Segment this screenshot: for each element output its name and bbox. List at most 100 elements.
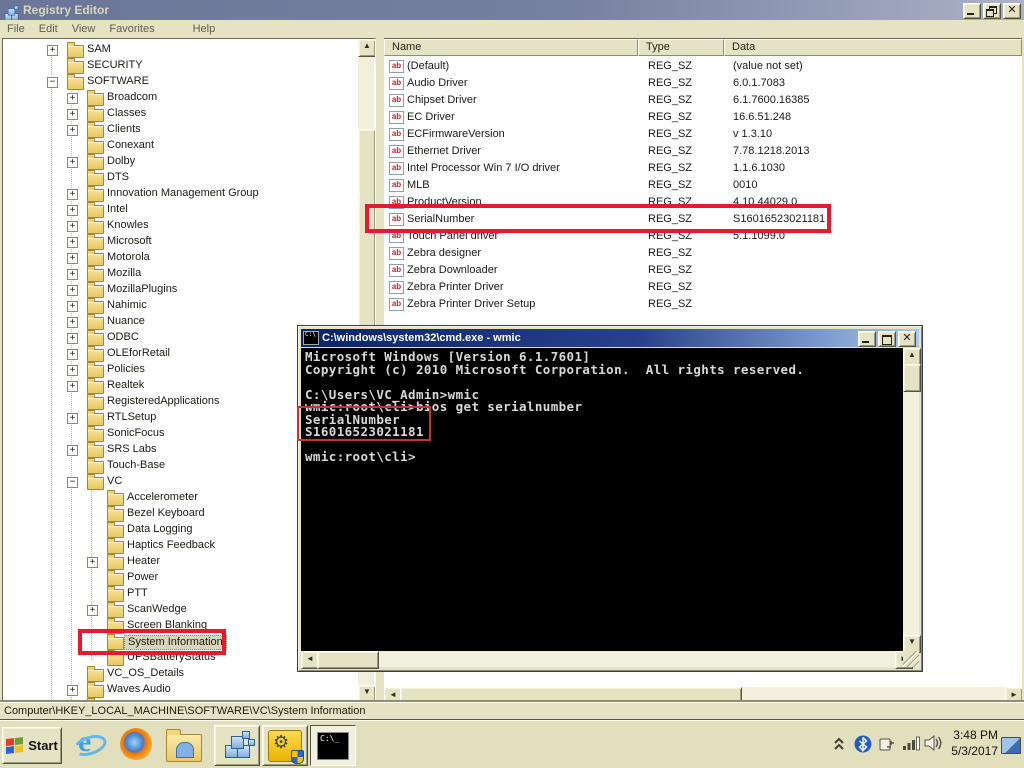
tree-item-label[interactable]: SOFTWARE (84, 75, 152, 88)
firefox-icon[interactable] (120, 728, 154, 762)
expand-toggle[interactable]: + (67, 157, 78, 168)
expand-toggle[interactable]: + (67, 317, 78, 328)
tree-item-label[interactable]: Intel (104, 203, 131, 216)
tree-item-label[interactable]: Data Logging (124, 523, 195, 536)
tree-item-label[interactable]: Power (124, 571, 161, 584)
tree-item-motorola[interactable]: + Motorola (3, 250, 359, 266)
taskbar-button-device-settings[interactable]: ⚙ (262, 725, 308, 766)
file-explorer-icon[interactable] (166, 728, 200, 762)
tree-item-dolby[interactable]: + Dolby (3, 154, 359, 170)
tree-item-innovation-management-group[interactable]: +Innovation Management Group (3, 186, 359, 202)
tree-item-label[interactable]: PTT (124, 587, 151, 600)
scroll-thumb[interactable] (903, 364, 921, 392)
registry-value-row-zebra-downloader[interactable]: abZebra DownloaderREG_SZ (384, 262, 1004, 279)
tree-item-broadcom[interactable]: +Broadcom (3, 90, 359, 106)
signal-strength-icon[interactable] (902, 735, 920, 754)
registry-value-row-audio-driver[interactable]: abAudio DriverREG_SZ6.0.1.7083 (384, 75, 1004, 92)
tree-item-label[interactable]: ODBC (104, 331, 142, 344)
expand-toggle[interactable]: + (47, 45, 58, 56)
tree-item-label[interactable]: SECURITY (84, 59, 146, 72)
registry-value-row-ethernet-driver[interactable]: abEthernet DriverREG_SZ7.78.1218.2013 (384, 143, 1004, 160)
cmd-maximize-button[interactable] (878, 331, 896, 347)
expand-toggle[interactable]: + (67, 445, 78, 456)
tree-item-label[interactable]: Knowles (104, 219, 152, 232)
tree-item-nahimic[interactable]: +Nahimic (3, 298, 359, 314)
tree-item-label[interactable]: SRS Labs (104, 443, 160, 456)
tree-item-label[interactable]: SAM (84, 43, 114, 56)
scroll-thumb[interactable] (317, 651, 379, 669)
tree-item-label[interactable]: Motorola (104, 251, 153, 264)
registry-value-row-chipset-driver[interactable]: abChipset DriverREG_SZ6.1.7600.16385 (384, 92, 1004, 109)
tree-item-label[interactable]: Conexant (104, 139, 157, 152)
tree-item-label[interactable]: VC_OS_Details (104, 667, 187, 680)
registry-value-row--default-[interactable]: ab(Default)REG_SZ(value not set) (384, 58, 1004, 75)
menu-item-help[interactable]: Help (186, 21, 223, 37)
cmd-close-button[interactable]: ✕ (898, 331, 916, 347)
cmd-vertical-scrollbar[interactable]: ▲ ▼ (903, 348, 919, 651)
tree-item-label[interactable]: Microsoft (104, 235, 155, 248)
expand-toggle[interactable]: + (67, 189, 78, 200)
expand-toggle[interactable]: + (67, 109, 78, 120)
tree-item-mozilla[interactable]: +Mozilla (3, 266, 359, 282)
bluetooth-icon[interactable] (854, 735, 872, 756)
menu-item-file[interactable]: File (0, 21, 32, 37)
tree-item-classes[interactable]: + Classes (3, 106, 359, 122)
tree-item-dts[interactable]: DTS (3, 170, 359, 186)
tree-item-label[interactable]: OLEforRetail (104, 347, 173, 360)
tree-item-sam[interactable]: + SAM (3, 42, 359, 58)
tree-item-label[interactable]: ScanWedge (124, 603, 190, 616)
tree-item-software[interactable]: − SOFTWARE (3, 74, 359, 90)
expand-toggle[interactable]: + (67, 285, 78, 296)
registry-value-row-zebra-printer-driver[interactable]: abZebra Printer DriverREG_SZ (384, 279, 1004, 296)
tree-item-intel[interactable]: + Intel (3, 202, 359, 218)
scroll-down-button[interactable]: ▼ (358, 685, 376, 703)
tree-item-label[interactable]: Dolby (104, 155, 138, 168)
scroll-right-button[interactable]: ► (1005, 687, 1022, 703)
column-header-data[interactable]: Data (724, 39, 1022, 56)
tree-item-knowles[interactable]: + Knowles (3, 218, 359, 234)
cmd-horizontal-scrollbar[interactable]: ◄ ► (301, 651, 911, 667)
tree-item-waves-audio[interactable]: +Waves Audio (3, 682, 359, 698)
column-header-type[interactable]: Type (638, 39, 724, 56)
tree-item-label[interactable]: Mozilla (104, 267, 144, 280)
tree-item-conexant[interactable]: Conexant (3, 138, 359, 154)
internet-explorer-icon[interactable]: e (72, 728, 106, 762)
values-horizontal-scrollbar[interactable]: ◄ ► (384, 687, 1021, 703)
volume-icon[interactable] (924, 735, 944, 754)
expand-toggle[interactable]: + (67, 349, 78, 360)
tree-item-label[interactable]: Bezel Keyboard (124, 507, 208, 520)
column-header-name[interactable]: Name (384, 39, 638, 56)
tree-item-label[interactable]: Accelerometer (124, 491, 201, 504)
registry-value-row-zebra-printer-driver-setup[interactable]: abZebra Printer Driver SetupREG_SZ (384, 296, 1004, 313)
expand-toggle[interactable]: + (67, 221, 78, 232)
tree-item-label[interactable]: Classes (104, 107, 149, 120)
expand-toggle[interactable]: + (67, 301, 78, 312)
expand-toggle[interactable]: + (67, 413, 78, 424)
scroll-thumb[interactable] (400, 687, 742, 703)
tree-item-security[interactable]: SECURITY (3, 58, 359, 74)
expand-toggle[interactable]: + (67, 253, 78, 264)
tree-item-label[interactable]: VC (104, 475, 125, 488)
close-button[interactable]: ✕ (1003, 3, 1021, 19)
registry-value-row-ec-driver[interactable]: abEC DriverREG_SZ16.6.51.248 (384, 109, 1004, 126)
expand-toggle[interactable]: + (67, 365, 78, 376)
cmd-minimize-button[interactable] (858, 331, 876, 347)
expand-toggle[interactable]: + (67, 237, 78, 248)
collapse-toggle[interactable]: − (47, 77, 58, 88)
registry-value-row-ecfirmwareversion[interactable]: abECFirmwareVersionREG_SZv 1.3.10 (384, 126, 1004, 143)
tree-item-label[interactable]: Heater (124, 555, 163, 568)
expand-toggle[interactable]: + (67, 381, 78, 392)
expand-toggle[interactable]: + (67, 205, 78, 216)
registry-value-row-zebra-designer[interactable]: abZebra designerREG_SZ (384, 245, 1004, 262)
menu-item-view[interactable]: View (65, 21, 103, 37)
taskbar-clock[interactable]: 3:48 PM 5/3/2017 (951, 727, 998, 759)
collapse-toggle[interactable]: − (67, 477, 78, 488)
menu-item-edit[interactable]: Edit (32, 21, 65, 37)
start-button[interactable]: Start (2, 727, 62, 764)
show-hidden-icons-chevron[interactable] (834, 737, 844, 754)
scroll-up-button[interactable]: ▲ (358, 39, 376, 57)
tree-item-label[interactable]: Haptics Feedback (124, 539, 218, 552)
tree-item-label[interactable]: Touch-Base (104, 459, 168, 472)
show-desktop-button[interactable] (1001, 737, 1021, 754)
taskbar-button-registry-editor[interactable] (214, 725, 260, 766)
